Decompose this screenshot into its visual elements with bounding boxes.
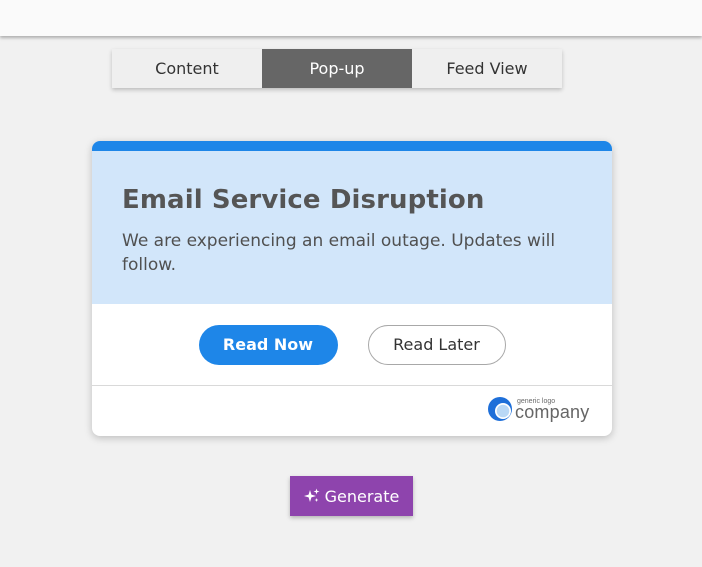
generate-button[interactable]: Generate	[290, 476, 413, 516]
sparkle-icon	[303, 488, 320, 502]
tab-popup[interactable]: Pop-up	[262, 49, 412, 88]
popup-accent-bar	[92, 141, 612, 151]
popup-actions: Read Now Read Later	[92, 304, 612, 386]
read-later-button[interactable]: Read Later	[367, 324, 506, 365]
view-tabs: Content Pop-up Feed View	[112, 49, 562, 88]
tab-content[interactable]: Content	[112, 49, 262, 88]
popup-footer: generic logo company	[92, 386, 612, 436]
read-now-button[interactable]: Read Now	[198, 324, 338, 365]
company-logo: generic logo company	[488, 396, 592, 422]
generate-label: Generate	[324, 486, 400, 506]
logo-big-text: company	[515, 402, 590, 422]
popup-title: Email Service Disruption	[122, 185, 485, 215]
company-logo-icon	[488, 397, 512, 421]
popup-header: Email Service Disruption We are experien…	[92, 151, 612, 304]
popup-message: We are experiencing an email outage. Upd…	[122, 231, 556, 275]
top-bar	[0, 0, 702, 36]
popup-card: Email Service Disruption We are experien…	[92, 141, 612, 436]
tab-feed-view[interactable]: Feed View	[412, 49, 562, 88]
